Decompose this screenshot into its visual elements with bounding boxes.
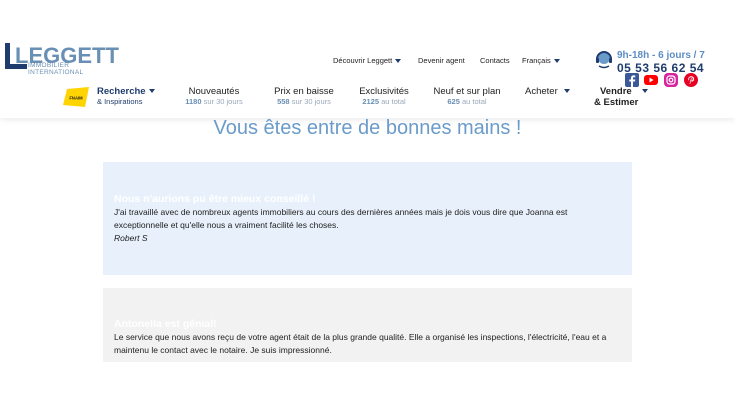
topnav-discover-label: Découvrir Leggett <box>333 56 393 65</box>
topnav-discover[interactable]: Découvrir Leggett <box>333 56 402 65</box>
chevron-down-icon <box>148 89 155 94</box>
testimonial-body: Le service que nous avons reçu de votre … <box>114 332 607 355</box>
topnav-contacts-label: Contacts <box>480 56 510 65</box>
facebook-icon[interactable] <box>625 73 639 87</box>
nav-vendre-title: Vendre <box>600 86 632 97</box>
chevron-down-icon <box>641 89 648 94</box>
nav-prix-period: sur 30 jours <box>289 97 331 106</box>
fnaim-label: FNAIM <box>69 96 83 101</box>
nav-nouveautes-count: 1180 <box>185 97 202 106</box>
nav-nouveautes[interactable]: Nouveautés 1180 sur 30 jours <box>180 86 248 106</box>
testimonial-body: J'ai travaillé avec de nombreux agents i… <box>114 207 568 230</box>
page-headline: Vous êtes entre de bonnes mains ! <box>213 117 522 139</box>
nav-acheter[interactable]: Acheter <box>525 86 570 97</box>
topnav-become-agent[interactable]: Devenir agent <box>418 56 465 65</box>
nav-acheter-title: Acheter <box>525 86 558 97</box>
nav-prix-title: Prix en baisse <box>274 86 334 97</box>
topnav-become-agent-label: Devenir agent <box>418 56 465 65</box>
testimonial-title: Antonella est génial! <box>114 318 217 330</box>
nav-exclusivites-period: au total <box>379 97 406 106</box>
youtube-icon[interactable] <box>644 73 658 87</box>
nav-neuf-sur-plan[interactable]: Neuf et sur plan 625 au total <box>430 86 504 106</box>
testimonial-title: Nous n'aurions pu être mieux conseillé ! <box>114 193 316 205</box>
testimonial-author: Robert S <box>114 233 148 243</box>
nav-vendre[interactable]: Vendre & Estimer <box>594 86 648 108</box>
testimonial-card: Nous n'aurions pu être mieux conseillé !… <box>103 162 632 275</box>
nav-neuf-period: au total <box>459 97 487 106</box>
fnaim-logo: FNAIM <box>63 87 89 107</box>
chevron-down-icon <box>395 59 402 64</box>
leggett-logo[interactable]: LEGGETT IMMOBILIER INTERNATIONAL <box>5 43 123 76</box>
headset-icon <box>596 51 612 69</box>
instagram-icon[interactable] <box>664 73 678 87</box>
nav-nouveautes-title: Nouveautés <box>188 86 240 97</box>
nav-vendre-sub: & Estimer <box>594 97 639 108</box>
logo-tagline: IMMOBILIER INTERNATIONAL <box>28 62 84 76</box>
nav-exclusivites-count: 2125 <box>362 97 379 106</box>
site-header: LEGGETT IMMOBILIER INTERNATIONAL Découvr… <box>0 0 735 118</box>
nav-nouveautes-period: sur 30 jours <box>201 97 243 106</box>
language-selector[interactable]: Français <box>522 56 560 65</box>
nav-prix-en-baisse[interactable]: Prix en baisse 558 sur 30 jours <box>269 86 339 106</box>
nav-recherche-title: Recherche <box>97 86 146 97</box>
testimonial-card: Antonella est génial! Le service que nou… <box>103 288 632 362</box>
nav-recherche-sub: & Inspirations <box>97 97 143 106</box>
nav-recherche[interactable]: Recherche & Inspirations <box>97 86 155 106</box>
nav-neuf-count: 625 <box>447 97 460 106</box>
pinterest-icon[interactable] <box>684 73 698 87</box>
nav-neuf-title: Neuf et sur plan <box>433 86 501 97</box>
chevron-down-icon <box>553 59 560 64</box>
chevron-down-icon <box>563 89 570 94</box>
nav-prix-count: 558 <box>277 97 290 106</box>
topnav-contacts[interactable]: Contacts <box>480 56 510 65</box>
language-selector-label: Français <box>522 56 551 65</box>
opening-hours: 9h-18h - 6 jours / 7 <box>617 50 705 61</box>
nav-exclusivites[interactable]: Exclusivités 2125 au total <box>355 86 413 106</box>
nav-exclusivites-title: Exclusivités <box>359 86 409 97</box>
